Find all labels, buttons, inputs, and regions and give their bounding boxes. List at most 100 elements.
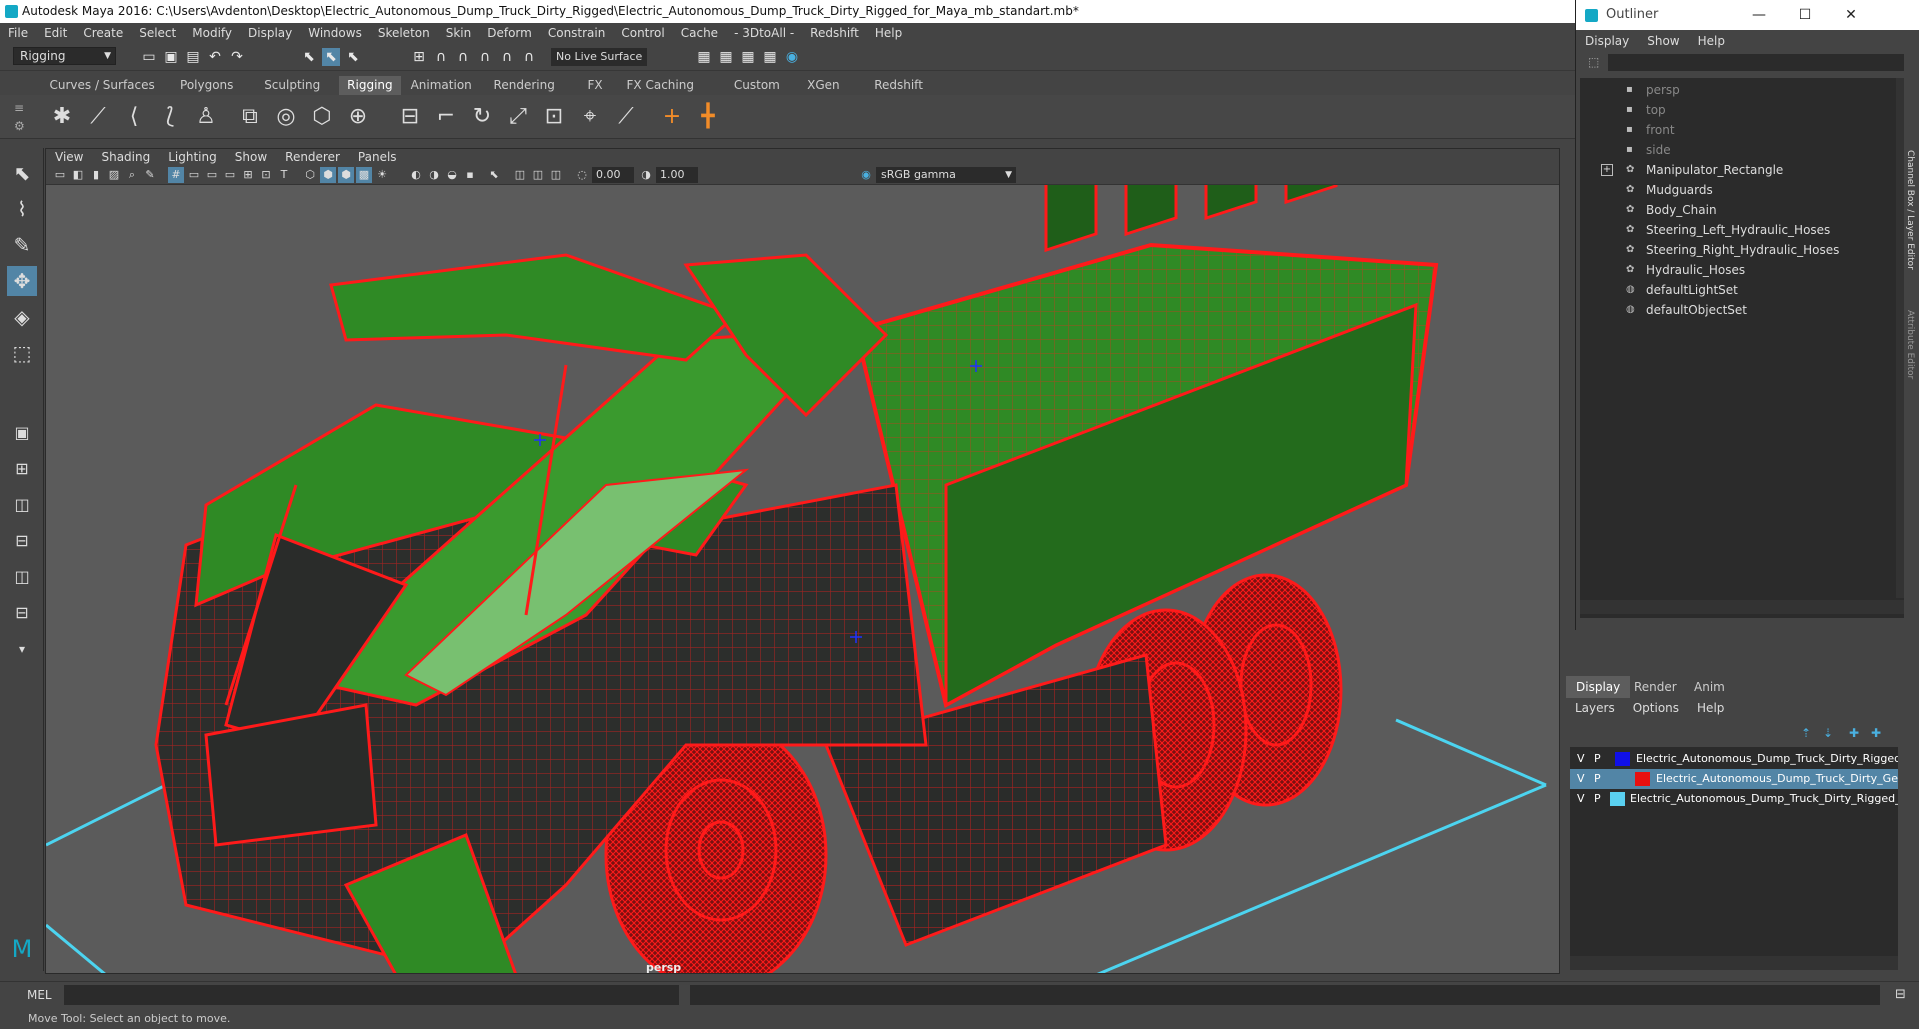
viewport-menu-item[interactable]: Renderer [276, 150, 349, 164]
locator-joint-icon[interactable]: ╋ [690, 99, 726, 135]
grid-toggle-icon[interactable]: # [168, 167, 184, 183]
screen-space-ao-icon[interactable]: ◑ [426, 167, 442, 183]
render-icon[interactable]: ▦ [717, 48, 735, 66]
shelf-tab[interactable]: Rendering [486, 76, 563, 95]
shelf-tab[interactable]: Curves / Surfaces [41, 76, 162, 95]
xray-icon[interactable]: ◫ [512, 167, 528, 183]
aim-constraint-icon[interactable]: ⌐ [428, 99, 464, 135]
pole-vector-icon[interactable]: ⌖ [572, 99, 608, 135]
viewport-menu-item[interactable]: Shading [92, 150, 159, 164]
smooth-shade-icon[interactable]: ⬢ [320, 167, 336, 183]
four-view-layout-icon[interactable]: ⊞ [7, 454, 37, 484]
outliner-item[interactable]: ◍ defaultLightSet [1580, 280, 1908, 300]
shelf-tab[interactable]: XGen [799, 76, 848, 95]
textured-icon[interactable]: ▩ [356, 167, 372, 183]
render-settings-icon[interactable]: ▦ [761, 48, 779, 66]
filter-icon[interactable]: ⬚ [1588, 55, 1599, 69]
outliner-item[interactable]: ▪ top [1580, 100, 1908, 120]
menu-item[interactable]: Constrain [540, 26, 614, 40]
field-chart-icon[interactable]: ⊞ [240, 167, 256, 183]
viewport-menu-item[interactable]: View [46, 150, 92, 164]
render-view-icon[interactable]: ▦ [695, 48, 713, 66]
new-scene-icon[interactable]: ▭ [140, 48, 158, 66]
viewport-menu-item[interactable]: Lighting [159, 150, 226, 164]
layer-visibility-toggle[interactable]: V [1577, 769, 1585, 789]
outliner-item[interactable]: ◍ defaultObjectSet [1580, 300, 1908, 320]
motion-blur-icon[interactable]: ◒ [444, 167, 460, 183]
shelf-settings-icon[interactable]: ⚙ [14, 119, 25, 133]
menu-item[interactable]: Skeleton [370, 26, 438, 40]
menu-item[interactable]: Select [131, 26, 184, 40]
layer-color-swatch[interactable] [1635, 772, 1650, 786]
film-gate-icon[interactable]: ▭ [186, 167, 202, 183]
hypershade-icon[interactable]: ◉ [783, 48, 801, 66]
menu-item[interactable]: Deform [479, 26, 540, 40]
shadows-icon[interactable]: ◐ [408, 167, 424, 183]
exposure-icon[interactable]: ◌ [574, 167, 590, 183]
layer-horizontal-scrollbar[interactable] [1570, 956, 1898, 970]
menu-item[interactable]: Windows [300, 26, 370, 40]
snap-grid-icon[interactable]: ⊞ [410, 48, 428, 66]
menu-item[interactable]: Display [240, 26, 300, 40]
custom-layout-icon[interactable]: ▾ [7, 634, 37, 664]
isolate-select-icon[interactable]: ⬉ [486, 167, 502, 183]
anti-aliasing-icon[interactable]: ▪ [462, 167, 478, 183]
shelf-tab[interactable]: Sculpting [256, 76, 328, 95]
outliner-item[interactable]: ✿ Steering_Left_Hydraulic_Hoses [1580, 220, 1908, 240]
2d-pan-zoom-icon[interactable]: ⌕ [124, 167, 140, 183]
menu-item[interactable]: Cache [673, 26, 726, 40]
menu-item[interactable]: Help [867, 26, 910, 40]
script-editor-icon[interactable]: ⊟ [1895, 987, 1906, 1002]
menu-item[interactable]: Modify [184, 26, 240, 40]
layer-menu-item[interactable]: Help [1688, 701, 1733, 715]
shelf-tab[interactable]: Rigging [339, 76, 401, 95]
scale-tool-icon[interactable]: ⬚ [7, 338, 37, 368]
lasso-tool-icon[interactable]: ⌇ [7, 194, 37, 224]
channel-box-tab[interactable]: Channel Box / Layer Editor [1905, 150, 1915, 270]
quick-rig-icon[interactable]: ♙ [188, 99, 224, 135]
layer-color-swatch[interactable] [1615, 752, 1630, 766]
outliner-item[interactable]: ✿ Steering_Right_Hydraulic_Hoses [1580, 240, 1908, 260]
outliner-item[interactable]: ✿ Mudguards [1580, 180, 1908, 200]
grease-pencil-icon[interactable]: ✎ [142, 167, 158, 183]
outliner-item[interactable]: ✿ Body_Chain [1580, 200, 1908, 220]
layer-visibility-toggle[interactable]: V [1577, 789, 1585, 809]
redo-icon[interactable]: ↷ [228, 48, 246, 66]
select-tool-icon[interactable]: ⬉ [7, 158, 37, 188]
rotate-tool-icon[interactable]: ◈ [7, 302, 37, 332]
paint-weights-icon[interactable]: ◎ [268, 99, 304, 135]
layer-row[interactable]: V P Electric_Autonomous_Dump_Truck_Dirty_R… [1570, 749, 1898, 769]
menu-item[interactable]: Create [75, 26, 131, 40]
close-button[interactable]: ✕ [1828, 0, 1874, 30]
outliner-item[interactable]: ✿ Hydraulic_Hoses [1580, 260, 1908, 280]
menu-item[interactable]: Edit [36, 26, 75, 40]
layer-tab[interactable]: Display [1566, 676, 1631, 698]
shelf-tab[interactable]: Redshift [866, 76, 931, 95]
snap-curve-icon[interactable]: ∩ [432, 48, 450, 66]
shelf-tab[interactable]: FX Caching [619, 76, 702, 95]
viewport-menu-item[interactable]: Panels [349, 150, 406, 164]
outliner-horizontal-scrollbar[interactable] [1580, 600, 1908, 614]
viewport-menu-item[interactable]: Show [226, 150, 276, 164]
new-layer-selected-icon[interactable]: ✚ [1871, 726, 1881, 740]
open-scene-icon[interactable]: ▣ [162, 48, 180, 66]
xray-joints-icon[interactable]: ◫ [530, 167, 546, 183]
maximize-button[interactable]: ☐ [1782, 0, 1828, 30]
layer-playback-toggle[interactable]: P [1594, 749, 1601, 769]
ik-handle-icon[interactable]: ⟨ [116, 99, 152, 135]
live-surface-field[interactable]: No Live Surface [551, 48, 647, 66]
layer-playback-toggle[interactable]: P [1594, 789, 1601, 809]
view-transform-dropdown[interactable]: sRGB gamma [876, 167, 1016, 183]
camera-attributes-icon[interactable]: ◧ [70, 167, 86, 183]
shelf-menu-icon[interactable]: ≡ [14, 101, 24, 115]
snap-surface-icon[interactable]: ∩ [498, 48, 516, 66]
menu-item[interactable]: Redshift [802, 26, 867, 40]
layer-color-swatch[interactable] [1610, 792, 1625, 806]
image-plane-icon[interactable]: ▨ [106, 167, 122, 183]
cluster-icon[interactable]: ⊕ [340, 99, 376, 135]
move-layer-down-icon[interactable]: ⇣ [1823, 726, 1833, 740]
shelf-tab[interactable]: Polygons [172, 76, 241, 95]
menu-item[interactable]: File [0, 26, 36, 40]
ipr-render-icon[interactable]: ▦ [739, 48, 757, 66]
create-joints-icon[interactable]: ✱ [44, 99, 80, 135]
